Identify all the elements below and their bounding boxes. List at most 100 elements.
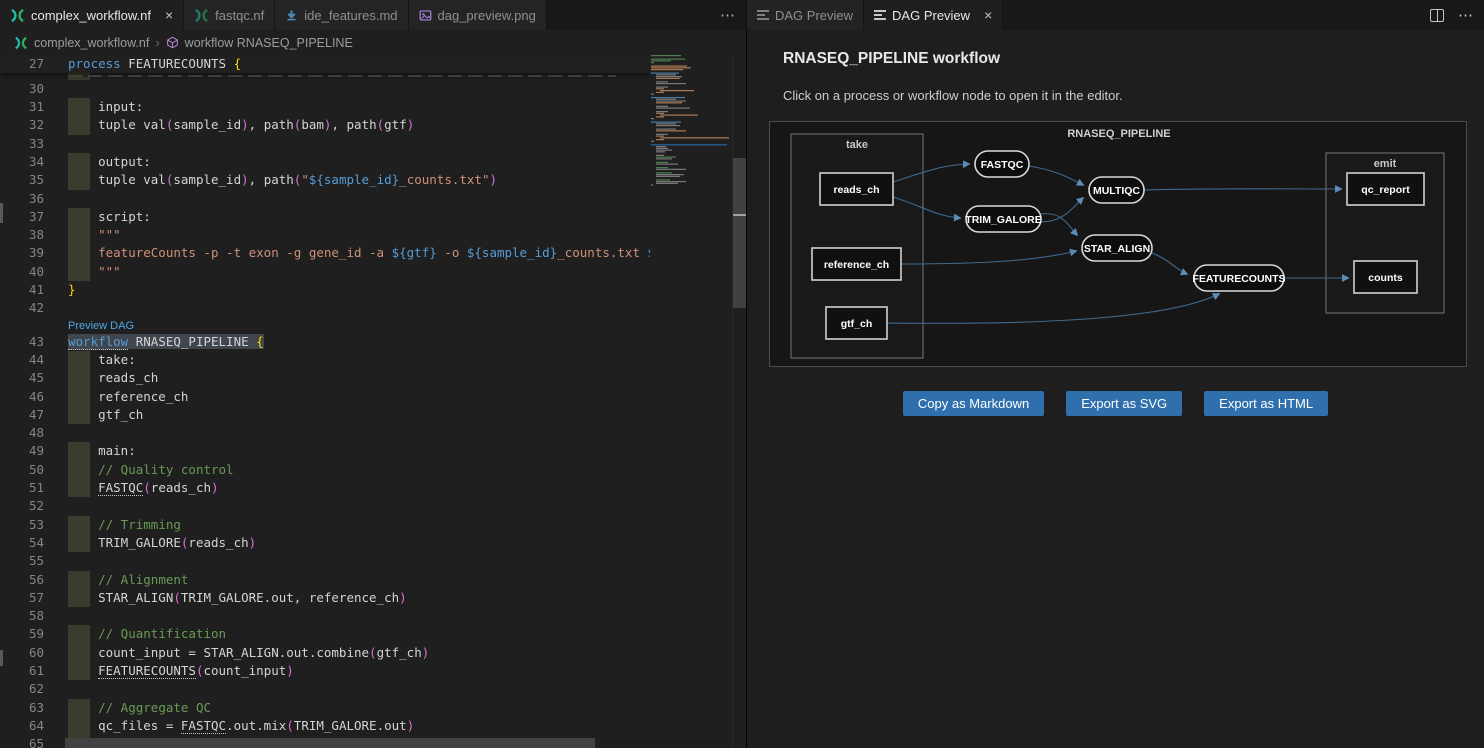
more-actions-icon[interactable]: ⋯ — [1458, 6, 1474, 24]
horizontal-scrollbar[interactable] — [0, 738, 650, 748]
tab-complex-workflow[interactable]: complex_workflow.nf × — [0, 0, 184, 30]
code-line[interactable]: 61 FEATURECOUNTS(count_input) — [0, 662, 650, 680]
node-reads-ch[interactable]: reads_ch — [820, 173, 893, 205]
split-editor-icon[interactable] — [1430, 9, 1444, 22]
code-line[interactable]: 60 count_input = STAR_ALIGN.out.combine(… — [0, 644, 650, 662]
tab-ide-features[interactable]: ide_features.md — [275, 0, 408, 30]
code-line[interactable]: 35 tuple val(sample_id), path("${sample_… — [0, 171, 650, 189]
line-number: 46 — [0, 388, 44, 406]
node-gtf-ch[interactable]: gtf_ch — [826, 307, 887, 339]
code-line[interactable]: 39 featureCounts -p -t exon -g gene_id -… — [0, 244, 650, 262]
scrollbar-thumb[interactable] — [65, 738, 595, 748]
code-line[interactable]: 55 — [0, 552, 650, 570]
code-line[interactable]: 57 STAR_ALIGN(TRIM_GALORE.out, reference… — [0, 589, 650, 607]
line-number: 36 — [0, 190, 44, 208]
copy-as-markdown-button[interactable]: Copy as Markdown — [903, 391, 1044, 416]
code-line[interactable]: 50 // Quality control — [0, 461, 650, 479]
minimap[interactable] — [649, 55, 729, 748]
code-line[interactable]: 43workflow RNASEQ_PIPELINE { — [0, 333, 650, 351]
close-icon[interactable]: × — [984, 8, 992, 22]
code-line[interactable]: 54 TRIM_GALORE(reads_ch) — [0, 534, 650, 552]
node-star-align[interactable]: STAR_ALIGN — [1082, 235, 1152, 261]
breadcrumb-symbol[interactable]: workflow RNASEQ_PIPELINE — [185, 36, 353, 50]
code-line[interactable]: 32 tuple val(sample_id), path(bam), path… — [0, 116, 650, 134]
code-line[interactable]: 45 reads_ch — [0, 369, 650, 387]
code-line[interactable]: 34 output: — [0, 153, 650, 171]
node-multiqc[interactable]: MULTIQC — [1089, 177, 1144, 203]
codelens-link[interactable]: Preview DAG — [68, 320, 134, 332]
line-number: 47 — [0, 406, 44, 424]
code-line[interactable]: 41} — [0, 281, 650, 299]
code-line[interactable]: 56 // Alignment — [0, 571, 650, 589]
code-editor[interactable]: 27 process FEATURECOUNTS { 3031 input:32… — [0, 55, 746, 748]
code-line[interactable]: 64 qc_files = FASTQC.out.mix(TRIM_GALORE… — [0, 717, 650, 735]
svg-text:STAR_ALIGN: STAR_ALIGN — [1084, 243, 1150, 255]
line-number: 53 — [0, 516, 44, 534]
tab-label: ide_features.md — [304, 8, 397, 23]
code-line[interactable]: 36 — [0, 190, 650, 208]
line-number: 39 — [0, 244, 44, 262]
tab-overflow-button[interactable]: ⋯ — [720, 0, 736, 30]
code-line[interactable]: 37 script: — [0, 208, 650, 226]
code-line[interactable]: 40 """ — [0, 263, 650, 281]
dag-preview-panel: RNASEQ_PIPELINE workflow Click on a proc… — [747, 30, 1484, 748]
edge-reference-staralign — [901, 251, 1076, 264]
code-line[interactable]: 51 FASTQC(reads_ch) — [0, 479, 650, 497]
export-as-svg-button[interactable]: Export as SVG — [1066, 391, 1182, 416]
preview-icon — [874, 10, 886, 20]
node-featurecounts[interactable]: FEATURECOUNTS — [1192, 265, 1285, 291]
code-line[interactable]: 30 — [0, 80, 650, 98]
node-fastqc[interactable]: FASTQC — [975, 151, 1029, 177]
svg-text:FASTQC: FASTQC — [981, 159, 1024, 171]
breadcrumb-file[interactable]: complex_workflow.nf — [34, 36, 149, 50]
svg-text:MULTIQC: MULTIQC — [1093, 185, 1140, 197]
tab-label: DAG Preview — [775, 8, 853, 23]
code-line[interactable]: 63 // Aggregate QC — [0, 699, 650, 717]
svg-text:qc_report: qc_report — [1361, 184, 1410, 196]
code-line[interactable]: 52 — [0, 497, 650, 515]
line-number: 30 — [0, 80, 44, 98]
line-number: 38 — [0, 226, 44, 244]
line-number: 34 — [0, 153, 44, 171]
code-line[interactable]: 47 gtf_ch — [0, 406, 650, 424]
code-line[interactable]: 44 take: — [0, 351, 650, 369]
code-line[interactable]: 59 // Quantification — [0, 625, 650, 643]
node-reference-ch[interactable]: reference_ch — [812, 248, 901, 280]
tab-dag-preview-inactive[interactable]: DAG Preview — [747, 0, 864, 30]
export-as-html-button[interactable]: Export as HTML — [1204, 391, 1328, 416]
code-line[interactable]: 48 — [0, 424, 650, 442]
tab-fastqc[interactable]: fastqc.nf — [184, 0, 275, 30]
close-icon[interactable]: × — [165, 8, 173, 22]
vertical-scrollbar[interactable] — [732, 55, 746, 748]
sticky-scroll-line[interactable]: 27 process FEATURECOUNTS { — [0, 55, 650, 73]
node-counts[interactable]: counts — [1354, 261, 1417, 293]
line-number: 33 — [0, 135, 44, 153]
editor-group-right-tabs: DAG Preview DAG Preview × ⋯ — [747, 0, 1484, 30]
node-trim-galore[interactable]: TRIM_GALORE — [965, 206, 1041, 232]
node-qc-report[interactable]: qc_report — [1347, 173, 1424, 205]
code-line[interactable]: 38 """ — [0, 226, 650, 244]
code-line[interactable]: 53 // Trimming — [0, 516, 650, 534]
breadcrumb: complex_workflow.nf › workflow RNASEQ_PI… — [0, 30, 746, 55]
editor-actions: ⋯ — [1430, 0, 1474, 30]
code-line[interactable]: 46 reference_ch — [0, 388, 650, 406]
editor-group-left: complex_workflow.nf › workflow RNASEQ_PI… — [0, 30, 747, 748]
tab-label: complex_workflow.nf — [31, 8, 151, 23]
scrollbar-thumb[interactable] — [733, 158, 746, 308]
code-line[interactable]: 49 main: — [0, 442, 650, 460]
tab-label: DAG Preview — [892, 8, 970, 23]
code-line[interactable]: 42 — [0, 299, 650, 317]
svg-text:gtf_ch: gtf_ch — [841, 318, 873, 330]
code-line[interactable]: 58 — [0, 607, 650, 625]
code-line[interactable]: 62 — [0, 680, 650, 698]
line-number: 64 — [0, 717, 44, 735]
code-line[interactable]: 31 input: — [0, 98, 650, 116]
tab-dag-preview-active[interactable]: DAG Preview × — [864, 0, 1003, 30]
code-line[interactable]: 33 — [0, 135, 650, 153]
edge-multiqc-qcreport — [1144, 189, 1341, 190]
svg-text:FEATURECOUNTS: FEATURECOUNTS — [1192, 273, 1285, 285]
line-number: 49 — [0, 442, 44, 460]
tab-dag-preview-png[interactable]: dag_preview.png — [409, 0, 547, 30]
line-number: 45 — [0, 369, 44, 387]
line-number: 44 — [0, 351, 44, 369]
